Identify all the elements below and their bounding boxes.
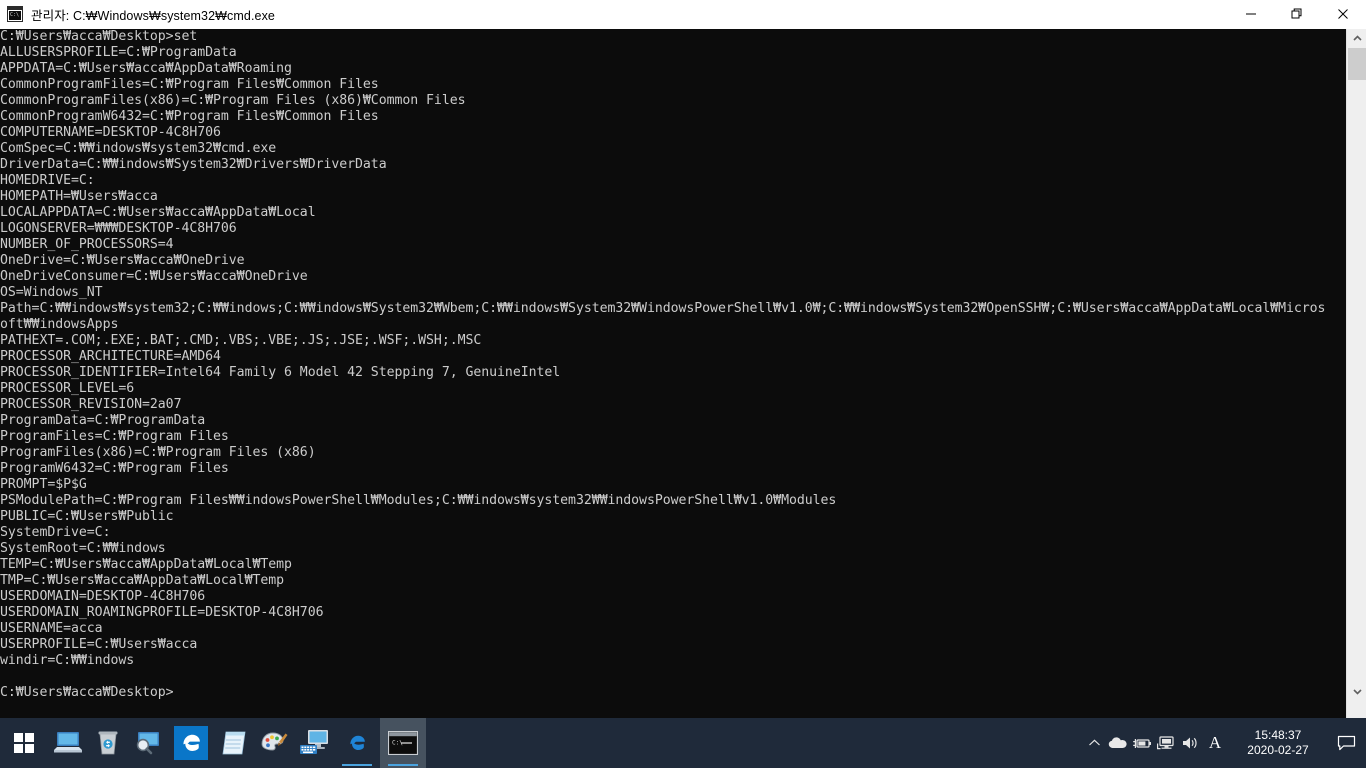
close-button[interactable] [1320, 0, 1366, 28]
volume-icon[interactable] [1178, 718, 1202, 768]
clock-date: 2020-02-27 [1247, 743, 1309, 757]
minimize-button[interactable] [1228, 0, 1274, 28]
window-title-bar[interactable]: C:\ 관리자: C:₩Windows₩system32₩cmd.exe [0, 0, 1366, 29]
window-active-indicator [388, 764, 418, 766]
this-pc-icon[interactable] [48, 718, 88, 768]
ime-language-indicator[interactable]: A [1202, 718, 1228, 768]
edge-browser-icon[interactable] [168, 718, 214, 768]
taskbar-cmd-window[interactable]: C:\ [380, 718, 426, 768]
desktop-screen: C:\ 관리자: C:₩Windows₩system32₩cmd.exe C:₩… [0, 0, 1366, 768]
paint-icon[interactable] [254, 718, 294, 768]
network-icon[interactable] [1154, 718, 1178, 768]
console-text: C:₩Users₩acca₩Desktop>set ALLUSERSPROFIL… [0, 29, 1326, 700]
cmd-icon: C:\ [7, 6, 23, 22]
console-scrollbar[interactable] [1346, 29, 1366, 718]
scrollbar-track[interactable] [1347, 47, 1366, 700]
maximize-restore-button[interactable] [1274, 0, 1320, 28]
console-output-area[interactable]: C:₩Users₩acca₩Desktop>set ALLUSERSPROFIL… [0, 29, 1346, 718]
command-prompt-window: C:\ 관리자: C:₩Windows₩system32₩cmd.exe C:₩… [0, 0, 1366, 718]
scrollbar-thumb[interactable] [1348, 48, 1366, 80]
window-title: 관리자: C:₩Windows₩system32₩cmd.exe [31, 8, 275, 23]
notepad-icon[interactable] [214, 718, 254, 768]
taskbar-edge-window[interactable] [334, 718, 380, 768]
show-hidden-icons-chevron-up-icon[interactable] [1082, 718, 1106, 768]
cmd-icon-label: C:\ [9, 11, 21, 20]
taskbar-clock[interactable]: 15:48:37 2020-02-27 [1228, 718, 1328, 768]
remote-desktop-icon[interactable] [294, 718, 334, 768]
taskbar: C:\ A 15:48:37 2020-02-27 [0, 718, 1366, 768]
battery-icon[interactable] [1130, 718, 1154, 768]
recycle-bin-icon[interactable] [88, 718, 128, 768]
scroll-up-arrow-icon[interactable] [1347, 29, 1366, 47]
clock-time: 15:48:37 [1254, 728, 1302, 742]
system-tray: A 15:48:37 2020-02-27 [1082, 718, 1366, 768]
window-controls [1228, 0, 1366, 28]
taskbar-pinned-icons [48, 718, 334, 768]
onedrive-cloud-icon[interactable] [1106, 718, 1130, 768]
start-button[interactable] [0, 718, 48, 768]
scroll-down-arrow-icon[interactable] [1347, 682, 1366, 700]
window-active-indicator [342, 764, 372, 766]
action-center-icon[interactable] [1328, 718, 1364, 768]
search-display-icon[interactable] [128, 718, 168, 768]
